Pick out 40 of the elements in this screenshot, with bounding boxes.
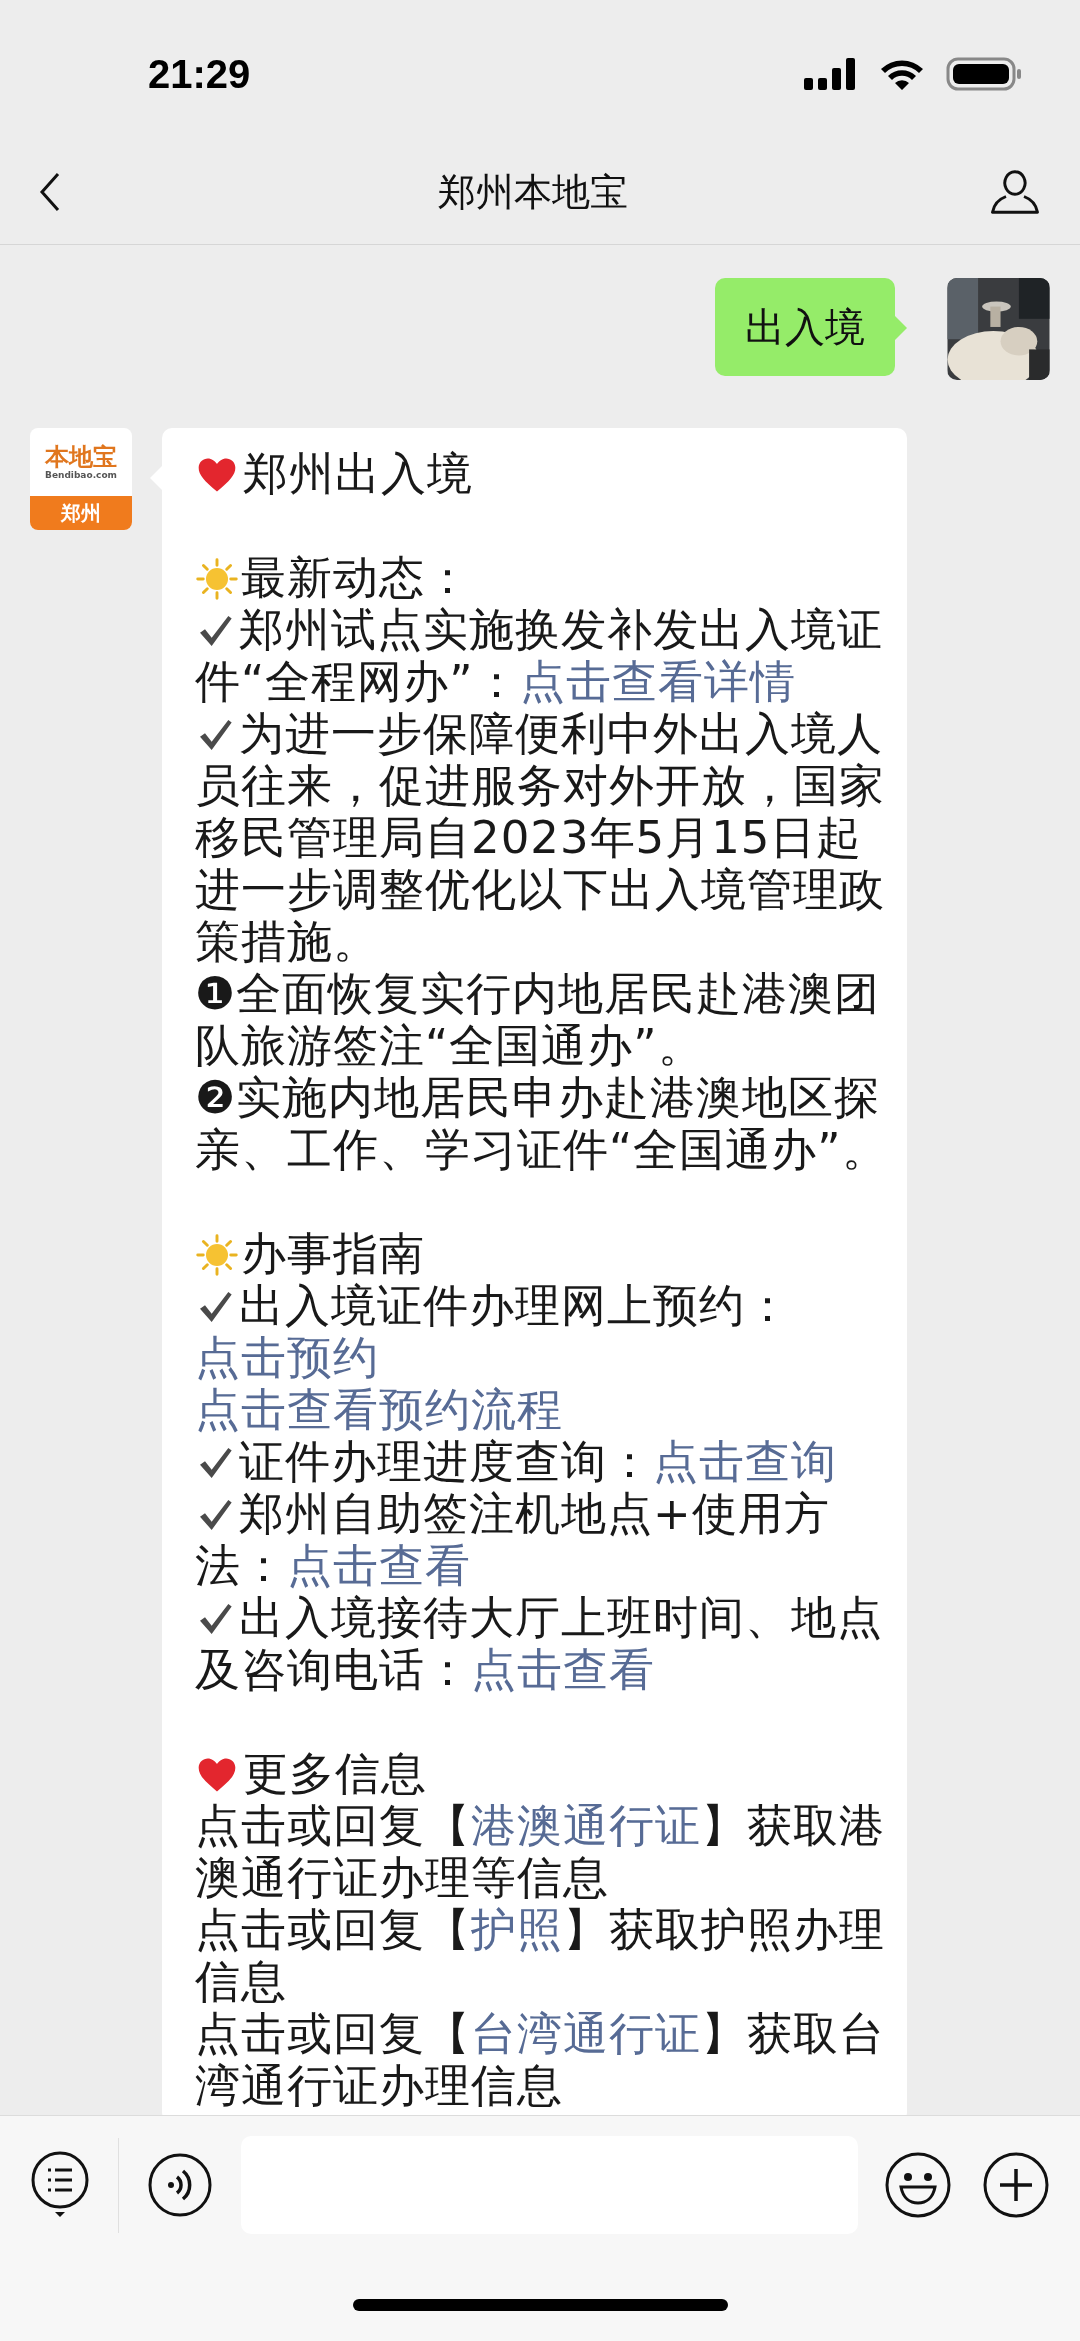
logo-domain: Bendibao.com — [45, 469, 117, 481]
status-time: 21:29 — [148, 51, 251, 98]
message-line: ❷实施内地居民申办赴港澳地区探亲、工作、学习证件“全国通办”。 — [195, 1072, 889, 1176]
link[interactable]: 点击查询 — [653, 1435, 837, 1488]
logo-city: 郑州 — [61, 500, 101, 527]
battery-icon — [946, 56, 1022, 92]
outgoing-bubble: 出入境 — [715, 278, 895, 376]
voice-icon[interactable] — [147, 2152, 213, 2218]
message-line: 点击或回复【护照】获取护照办理信息 — [195, 1904, 886, 2008]
message-line: 出入境证件办理网上预约： 点击预约 — [195, 1280, 792, 1384]
menu-icon[interactable] — [30, 2150, 90, 2220]
message-line: 为进一步保障便利中外出入境人员往来，促进服务对外开放，国家移民管理局自2023年5月15日起进一步调整优化以下出入境管理政策措施。 — [195, 708, 886, 968]
chat-title: 郑州本地宝 — [438, 168, 628, 216]
signal-icon — [804, 56, 858, 92]
plus-icon[interactable] — [982, 2151, 1050, 2219]
message-line: 最新动态： — [195, 552, 903, 604]
link[interactable]: 点击查看 — [287, 1539, 471, 1592]
link[interactable]: 点击查看详情 — [519, 655, 796, 708]
message-line: 点击或回复【台湾通行证】获取台湾通行证办理信息 — [195, 2008, 886, 2112]
message-line: 点击或回复【港澳通行证】获取港澳通行证办理等信息 — [195, 1800, 886, 1904]
message-line: 证件办理进度查询：点击查询 — [195, 1436, 903, 1488]
message-line: 出入境接待大厅上班时间、地点及咨询电话：点击查看 — [195, 1592, 884, 1696]
link[interactable]: 点击查看预约流程 — [195, 1383, 563, 1436]
link[interactable]: 台湾通行证 — [471, 2007, 701, 2060]
emoji-icon[interactable] — [884, 2151, 952, 2219]
link[interactable]: 点击预约 — [195, 1331, 379, 1384]
sun-icon — [195, 557, 239, 601]
logo-brand: 本地宝 — [45, 443, 117, 470]
message-line: 郑州自助签注机地点+使用方法：点击查看 — [195, 1488, 831, 1592]
link[interactable]: 港澳通行证 — [471, 1799, 701, 1852]
message-line: 办事指南 — [195, 1228, 903, 1280]
message-line: 更多信息 — [195, 1748, 903, 1800]
message-line: 郑州出入境 — [195, 448, 903, 500]
bubble-tail — [895, 316, 907, 340]
link[interactable]: 护照 — [471, 1903, 563, 1956]
message-line: 郑州试点实施换发补发出入境证件“全程网办”：点击查看详情 — [195, 604, 884, 708]
back-icon[interactable] — [38, 172, 62, 212]
sun-icon — [195, 1233, 239, 1277]
link[interactable]: 点击查看 — [471, 1643, 655, 1696]
message-line: ❶全面恢复实行内地居民赴港澳团队旅游签注“全国通办”。 — [195, 968, 882, 1072]
